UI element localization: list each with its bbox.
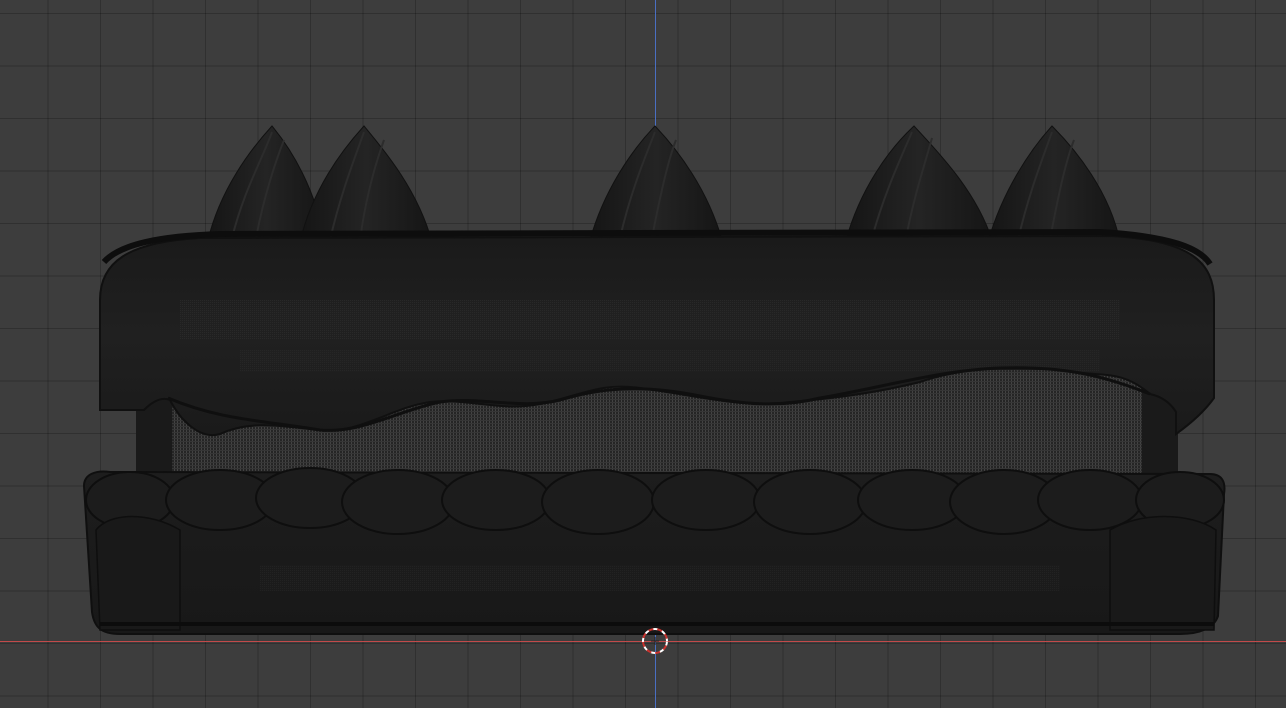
3d-viewport[interactable] bbox=[0, 0, 1286, 708]
bottom-cake-layer bbox=[82, 467, 1226, 635]
cream-swirl-3 bbox=[589, 125, 723, 241]
scene-canvas[interactable] bbox=[0, 0, 1286, 708]
cream-swirl-4 bbox=[845, 125, 993, 241]
cream-swirl-2 bbox=[299, 125, 433, 243]
cake-model[interactable] bbox=[82, 125, 1226, 635]
cream-swirl-5 bbox=[987, 125, 1121, 243]
